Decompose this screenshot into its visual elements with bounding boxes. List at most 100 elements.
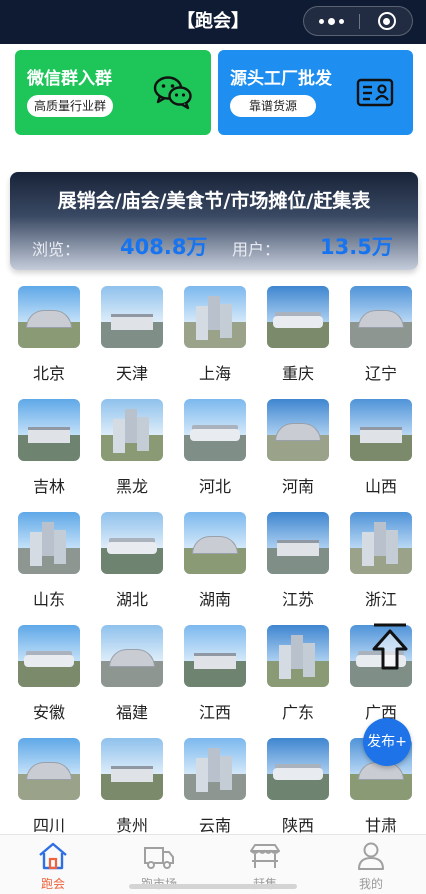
province-photo — [267, 286, 329, 348]
province-photo — [18, 286, 80, 348]
province-name: 云南 — [198, 816, 231, 835]
tab-label: 跑会 — [40, 877, 65, 891]
promo-tag: 高质量行业群 — [27, 95, 114, 117]
province-item[interactable]: 吉林 — [18, 399, 80, 499]
province-item[interactable]: 黑龙 — [101, 399, 163, 499]
province-name: 河北 — [198, 477, 231, 496]
views-value: 408.8万 — [120, 235, 208, 259]
province-item[interactable]: 山东 — [18, 512, 80, 612]
province-item[interactable]: 河北 — [184, 399, 246, 499]
province-item[interactable]: 贵州 — [101, 738, 163, 838]
province-item[interactable]: 辽宁 — [350, 286, 412, 386]
province-name: 湖北 — [115, 590, 148, 609]
province-name: 北京 — [32, 364, 65, 383]
tab-home[interactable]: 跑会 — [0, 835, 106, 894]
province-item[interactable]: 湖南 — [184, 512, 246, 612]
province-name: 天津 — [115, 364, 148, 383]
province-photo — [184, 399, 246, 461]
province-name: 黑龙 — [115, 477, 148, 496]
more-dots-icon[interactable] — [304, 7, 359, 35]
province-photo — [184, 512, 246, 574]
province-item[interactable]: 安徽 — [18, 625, 80, 725]
views-label: 浏览： — [32, 240, 81, 259]
home-indicator — [129, 884, 297, 889]
province-name: 辽宁 — [364, 364, 397, 383]
province-photo — [101, 512, 163, 574]
id-card-icon — [356, 78, 394, 107]
province-item[interactable]: 陕西 — [267, 738, 329, 838]
province-item[interactable]: 云南 — [184, 738, 246, 838]
province-name: 浙江 — [364, 590, 397, 609]
province-name: 湖南 — [198, 590, 231, 609]
province-photo — [18, 738, 80, 800]
province-item[interactable]: 江苏 — [267, 512, 329, 612]
promo-tag: 靠谱货源 — [230, 95, 316, 117]
province-item[interactable]: 江西 — [184, 625, 246, 725]
stats-banner: 展销会/庙会/美食节/市场摊位/赶集表 浏览： 408.8万 用户： 13.5万 — [10, 172, 418, 270]
province-name: 陕西 — [281, 816, 314, 835]
province-item[interactable]: 河南 — [267, 399, 329, 499]
home-icon — [39, 842, 67, 870]
province-name: 贵州 — [115, 816, 148, 835]
province-photo — [18, 625, 80, 687]
province-name: 福建 — [115, 703, 148, 722]
province-item[interactable]: 天津 — [101, 286, 163, 386]
province-item[interactable]: 四川 — [18, 738, 80, 838]
province-name: 江苏 — [281, 590, 314, 609]
province-photo — [101, 286, 163, 348]
tab-label: 我的 — [358, 877, 383, 891]
province-photo — [350, 399, 412, 461]
market-stall-icon — [250, 844, 280, 868]
province-name: 广东 — [281, 703, 314, 722]
user-icon — [358, 842, 384, 870]
province-photo — [267, 399, 329, 461]
province-item[interactable]: 山西 — [350, 399, 412, 499]
province-photo — [267, 512, 329, 574]
promo-card-wechat-group[interactable]: 微信群入群 高质量行业群 — [15, 50, 211, 135]
top-nav-bar: 【跑会】 — [0, 0, 426, 44]
province-item[interactable]: 浙江 — [350, 512, 412, 612]
province-photo — [184, 286, 246, 348]
province-item[interactable]: 上海 — [184, 286, 246, 386]
tab-mine[interactable]: 我的 — [318, 835, 424, 894]
province-photo — [18, 512, 80, 574]
province-name: 江西 — [198, 703, 231, 722]
users-value: 13.5万 — [320, 235, 393, 259]
province-item[interactable]: 广东 — [267, 625, 329, 725]
province-item[interactable]: 湖北 — [101, 512, 163, 612]
province-name: 四川 — [32, 816, 65, 835]
promo-card-factory-wholesale[interactable]: 源头工厂批发 靠谱货源 — [218, 50, 413, 135]
province-name: 山西 — [364, 477, 397, 496]
province-photo — [101, 399, 163, 461]
province-name: 重庆 — [281, 364, 314, 383]
province-item[interactable]: 福建 — [101, 625, 163, 725]
province-name: 山东 — [32, 590, 65, 609]
close-target-icon[interactable] — [360, 7, 413, 35]
province-photo — [184, 625, 246, 687]
app-root: 【跑会】 微信群入群 高质量行业群 源头工厂批发 靠谱货源 展销会/庙会/美食节… — [0, 0, 426, 894]
province-photo — [267, 625, 329, 687]
back-to-top-icon[interactable] — [368, 622, 412, 674]
province-photo — [101, 625, 163, 687]
promo-title: 微信群入群 — [27, 69, 112, 89]
province-photo — [18, 399, 80, 461]
province-name: 上海 — [198, 364, 231, 383]
users-label: 用户： — [232, 240, 281, 259]
province-name: 河南 — [281, 477, 314, 496]
truck-icon — [144, 847, 174, 869]
wechat-icon — [153, 76, 192, 110]
province-name: 安徽 — [32, 703, 65, 722]
province-photo — [101, 738, 163, 800]
province-photo — [267, 738, 329, 800]
province-item[interactable]: 重庆 — [267, 286, 329, 386]
stats-title: 展销会/庙会/美食节/市场摊位/赶集表 — [57, 190, 371, 212]
province-item[interactable]: 北京 — [18, 286, 80, 386]
province-photo — [350, 512, 412, 574]
province-photo — [184, 738, 246, 800]
province-name: 吉林 — [32, 477, 65, 496]
province-name: 甘肃 — [364, 816, 397, 835]
promo-title: 源头工厂批发 — [230, 69, 332, 89]
mini-program-capsule — [303, 6, 413, 36]
publish-button[interactable]: 发布+ — [363, 718, 411, 766]
province-photo — [350, 286, 412, 348]
